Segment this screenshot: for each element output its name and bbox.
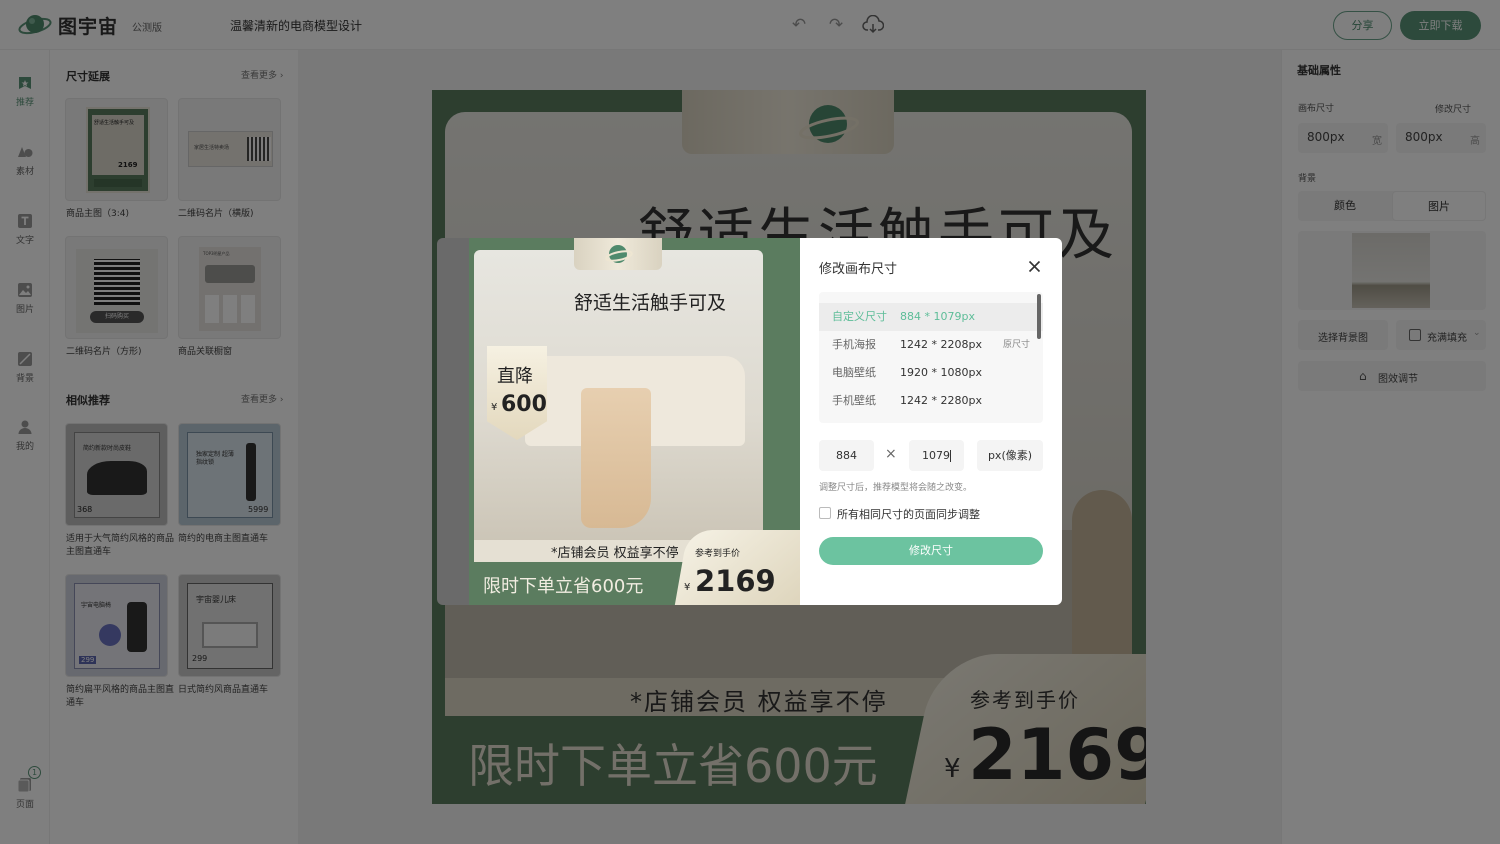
preview-tag-top: 直降: [497, 366, 533, 387]
preview-poster: 舒适生活触手可及 直降 ¥ 600 *店铺会员 权益享不停 限时下单立省600元…: [469, 238, 800, 605]
preview-price: 2169: [695, 564, 776, 598]
text-cursor: [950, 450, 951, 462]
height-input-value: 1079: [922, 449, 950, 462]
preview-ref-price-label: 参考到手价: [695, 549, 741, 559]
planet-logo-icon: [605, 245, 633, 263]
preview-headline: 舒适生活触手可及: [574, 292, 727, 314]
resize-canvas-dialog: 修改画布尺寸 自定义尺寸 884 * 1079px 手机海报 1242 * 22…: [800, 238, 1062, 605]
sync-checkbox[interactable]: [819, 507, 831, 519]
preset-size: 1242 * 2208px: [900, 338, 982, 351]
original-size-note: 原尺寸: [1003, 340, 1031, 350]
preset-size: 1920 * 1080px: [900, 366, 982, 379]
preset-name: 手机壁纸: [832, 394, 876, 407]
preview-currency: ¥: [684, 582, 691, 593]
preview-offer-text: 限时下单立省600元: [483, 576, 644, 597]
preset-name: 自定义尺寸: [832, 310, 887, 323]
resize-preview: 舒适生活触手可及 直降 ¥ 600 *店铺会员 权益享不停 限时下单立省600元…: [437, 238, 800, 605]
preview-discount-tag: 直降 ¥ 600: [487, 346, 547, 440]
preset-size: 884 * 1079px: [900, 310, 975, 323]
dialog-title: 修改画布尺寸: [819, 262, 898, 277]
preview-tag-value: 600: [501, 392, 547, 417]
preset-size: 1242 * 2280px: [900, 394, 982, 407]
unit-select[interactable]: px(像素): [977, 440, 1043, 471]
submit-resize-button[interactable]: 修改尺寸: [819, 537, 1043, 565]
editor-app: 图宇宙 公测版 温馨清新的电商模型设计 ↶ ↷ 分享 立即下载 推荐 素材 文字…: [0, 0, 1500, 844]
close-icon[interactable]: [1028, 260, 1041, 273]
times-icon: ×: [885, 446, 897, 462]
preview-tag-currency: ¥: [491, 402, 498, 413]
width-input[interactable]: 884: [819, 440, 874, 471]
preset-list: 自定义尺寸 884 * 1079px 手机海报 1242 * 2208px 原尺…: [819, 292, 1043, 423]
preset-name: 手机海报: [832, 338, 876, 351]
preset-list-scrollbar[interactable]: [1037, 294, 1041, 339]
sync-label[interactable]: 所有相同尺寸的页面同步调整: [837, 506, 980, 522]
preview-member-text: *店铺会员 权益享不停: [551, 546, 679, 561]
preset-row-desktop-wallpaper[interactable]: 电脑壁纸 1920 * 1080px: [819, 359, 1043, 387]
preset-row-custom[interactable]: 自定义尺寸 884 * 1079px: [819, 303, 1043, 331]
preset-row-phone-poster[interactable]: 手机海报 1242 * 2208px 原尺寸: [819, 331, 1043, 359]
height-input[interactable]: 1079: [909, 440, 964, 471]
resize-hint: 调整尺寸后，推荐模型将会随之改变。: [819, 483, 973, 493]
preset-row-phone-wallpaper[interactable]: 手机壁纸 1242 * 2280px: [819, 387, 1043, 415]
preview-blanket: [581, 388, 651, 528]
preset-name: 电脑壁纸: [832, 366, 876, 379]
